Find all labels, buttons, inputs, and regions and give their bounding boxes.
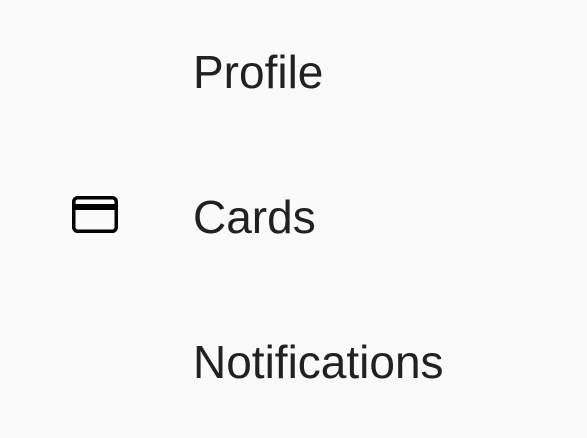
menu-item-label: Notifications bbox=[193, 336, 444, 388]
menu-item-profile[interactable]: Profile bbox=[0, 0, 587, 144]
menu-item-label: Profile bbox=[193, 46, 324, 98]
settings-menu-list: Profile Cards Notifications bbox=[0, 0, 587, 438]
menu-item-notifications[interactable]: Notifications bbox=[0, 288, 587, 432]
menu-item-cards[interactable]: Cards bbox=[0, 144, 587, 288]
credit-card-icon bbox=[72, 196, 118, 233]
menu-item-label: Cards bbox=[193, 191, 316, 243]
